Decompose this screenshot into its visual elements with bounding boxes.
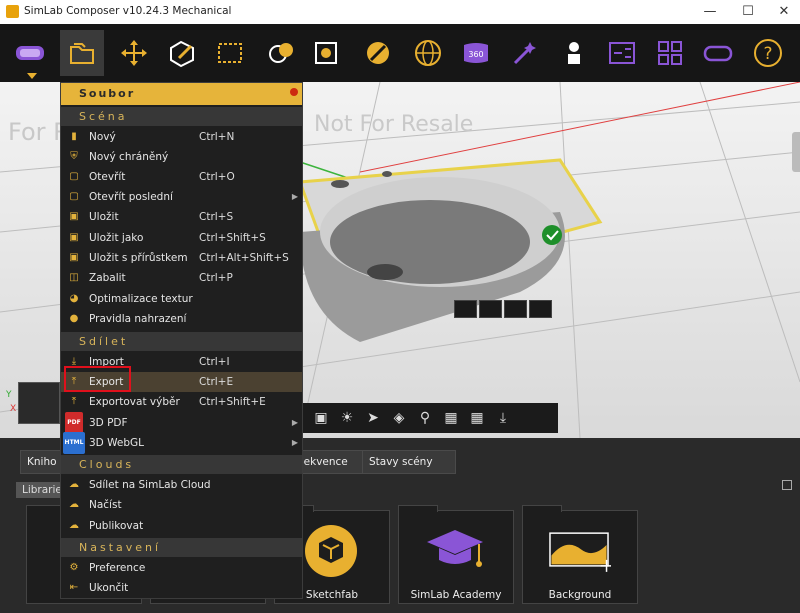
axis-x-label: X [10,404,17,414]
materials-icon[interactable] [260,30,304,76]
selection-icon[interactable] [208,30,252,76]
pdf-icon: PDF [65,412,83,434]
recent-folder-icon: ▢ [69,191,79,202]
folder-icon[interactable] [60,30,104,76]
animation-icon[interactable] [600,30,644,76]
save-icon: ▣ [69,211,79,222]
package-icon: ◫ [69,272,79,283]
menu-header: Soubor [61,83,302,105]
vr-360-icon[interactable]: 360 [454,30,498,76]
cursor-icon[interactable]: ➤ [362,407,384,429]
app-icon [6,5,19,18]
menu-item-share-cloud[interactable]: ☁ Sdílet na SimLab Cloud [61,475,302,495]
gizmo-scale-icon[interactable] [504,300,527,318]
section-settings: Nastavení [61,538,302,557]
pattern-icon[interactable]: ▦ [440,407,462,429]
move-icon[interactable] [112,30,156,76]
layout-icon[interactable] [648,30,692,76]
tutor-icon[interactable] [552,30,596,76]
view-cube[interactable] [18,382,60,424]
menu-item-exit[interactable]: ⇤ Ukončit [61,578,302,598]
rules-icon: ● [69,313,79,324]
gear-icon: ⚙ [69,562,79,573]
cloud-upload-icon: ☁ [69,520,79,531]
shield-icon: ⛨ [70,151,78,162]
menu-item-load[interactable]: ☁ Načíst [61,495,302,515]
open-folder-icon: ▢ [69,171,79,182]
highlight-annotation [64,366,131,392]
close-button[interactable]: ✕ [766,0,800,24]
viewport-toolbar: ▣ ☀ ➤ ◈ ⚲ ▦ ▦ ⤓ [300,403,558,433]
globe-icon[interactable] [406,30,450,76]
library-card-academy[interactable]: SimLab Academy [398,505,514,604]
file-menu: Soubor Scéna ▮ Nový Ctrl+N ⛨ Nový chráně… [60,82,303,599]
section-scene: Scéna [61,107,302,126]
gizmo-rotate-icon[interactable] [479,300,502,318]
menu-item-new[interactable]: ▮ Nový Ctrl+N [61,127,302,147]
minimize-button[interactable]: — [692,0,728,24]
exit-icon: ⇤ [69,582,79,593]
maximize-button[interactable]: ☐ [730,0,766,24]
magic-icon[interactable] [502,30,546,76]
svg-text:360: 360 [468,50,483,59]
sketchfab-icon [299,521,363,581]
box-icon[interactable]: ▣ [310,407,332,429]
gizmo-move-icon[interactable] [454,300,477,318]
menu-item-save[interactable]: ▣ Uložit Ctrl+S [61,207,302,227]
viewport-side-tab[interactable] [792,132,800,172]
export-selection-icon: ⤒ [71,396,77,407]
submenu-arrow-icon: ▶ [291,438,298,447]
tab-scene-states[interactable]: Stavy scény [362,450,456,474]
texture-icon[interactable] [356,30,400,76]
render-icon[interactable] [304,30,348,76]
watermark: Not For Resale [314,112,474,137]
search-icon[interactable]: ⚲ [414,407,436,429]
download-icon[interactable]: ⤓ [492,407,514,429]
menu-item-export-selection[interactable]: ⤒ Exportovat výběr Ctrl+Shift+E [61,392,302,412]
vr-headset-icon[interactable] [8,30,52,76]
save-as-icon: ▣ [69,232,79,243]
menu-item-open[interactable]: ▢ Otevřít Ctrl+O [61,167,302,187]
graduation-cap-icon [423,521,487,581]
gizmo-arrows-icon[interactable] [529,300,552,318]
background-image-icon [547,521,611,581]
cloud-download-icon: ☁ [69,499,79,510]
light-icon[interactable]: ☀ [336,407,358,429]
menu-item-open-recent[interactable]: ▢ Otevřít poslední ▶ [61,187,302,207]
active-tool-indicator [27,73,37,79]
menu-item-preferences[interactable]: ⚙ Preference [61,558,302,578]
submenu-arrow-icon: ▶ [291,418,298,427]
menu-item-replace-rules[interactable]: ● Pravidla nahrazení [61,309,302,329]
cloud-share-icon: ☁ [69,479,79,490]
camera-icon[interactable]: ◈ [388,407,410,429]
edit-icon[interactable] [160,30,204,76]
submenu-arrow-icon: ▶ [291,192,298,201]
help-icon[interactable]: ? [746,30,790,76]
svg-text:?: ? [763,44,772,64]
grid-icon[interactable]: ▦ [466,407,488,429]
menu-item-publish[interactable]: ☁ Publikovat [61,516,302,536]
section-share: Sdílet [61,332,302,351]
main-toolbar: 360 ? [0,24,800,82]
pin-icon[interactable] [290,88,298,96]
menu-item-new-protected[interactable]: ⛨ Nový chráněný [61,147,302,167]
transform-gizmo[interactable] [454,300,552,318]
new-file-icon: ▮ [71,131,77,142]
menu-item-3d-pdf[interactable]: PDF 3D PDF ▶ [61,412,302,434]
vr-view-icon[interactable] [696,30,740,76]
menu-item-texture-optimization[interactable]: ◕ Optimalizace textur [61,289,302,309]
window-title: SimLab Composer v10.24.3 Mechanical [24,5,232,17]
menu-item-package[interactable]: ◫ Zabalit Ctrl+P [61,268,302,288]
menu-item-save-increment[interactable]: ▣ Uložit s přírůstkem Ctrl+Alt+Shift+S [61,248,302,268]
title-bar: SimLab Composer v10.24.3 Mechanical — ☐ … [0,0,800,24]
library-card-background[interactable]: Background [522,505,638,604]
save-increment-icon: ▣ [69,252,79,263]
menu-item-3d-webgl[interactable]: HTML 3D WebGL ▶ [61,432,302,454]
html-icon: HTML [62,432,86,454]
optimize-icon: ◕ [69,293,79,304]
section-clouds: Clouds [61,455,302,474]
panel-scroll-indicator[interactable] [782,480,792,490]
axis-y-label: Y [6,390,12,400]
menu-item-save-as[interactable]: ▣ Uložit jako Ctrl+Shift+S [61,228,302,248]
